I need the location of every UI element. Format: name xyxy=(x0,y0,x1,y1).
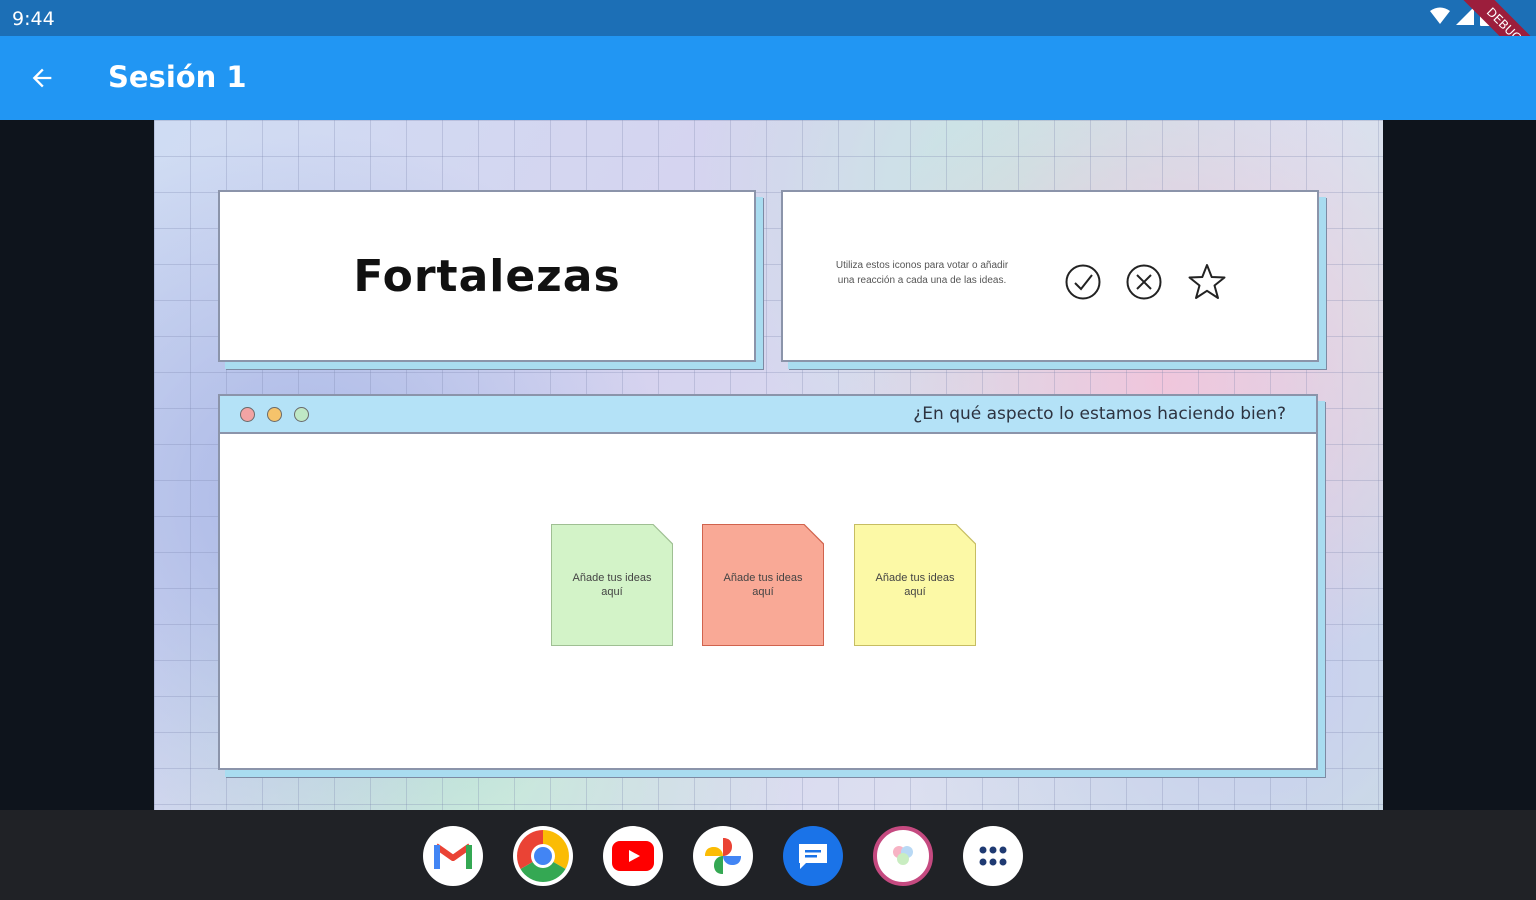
window-dot-green xyxy=(294,407,309,422)
status-time: 9:44 xyxy=(12,8,55,30)
sticky-note-text: Añade tus ideas aquí xyxy=(703,525,823,645)
session-board[interactable]: Fortalezas Utiliza estos iconos para vot… xyxy=(154,120,1383,810)
taskbar xyxy=(0,810,1536,900)
arrow-back-icon xyxy=(32,68,52,88)
app-icon[interactable] xyxy=(873,826,933,886)
messages-icon[interactable] xyxy=(783,826,843,886)
star-icon[interactable] xyxy=(1187,262,1227,302)
app-drawer-icon[interactable] xyxy=(963,826,1023,886)
photos-icon[interactable] xyxy=(693,826,753,886)
chrome-icon[interactable] xyxy=(513,826,573,886)
x-circle-icon[interactable] xyxy=(1124,262,1164,302)
sticky-note-red[interactable]: Añade tus ideas aquí xyxy=(702,524,824,646)
sticky-note-text: Añade tus ideas aquí xyxy=(855,525,975,645)
board-title: Fortalezas xyxy=(353,250,621,302)
question-window: ¿En qué aspecto lo estamos haciendo bien… xyxy=(218,394,1318,770)
window-question: ¿En qué aspecto lo estamos haciendo bien… xyxy=(913,404,1286,424)
check-circle-icon[interactable] xyxy=(1063,262,1103,302)
window-dot-yellow xyxy=(267,407,282,422)
wifi-icon xyxy=(1430,7,1450,24)
app-bar: Sesión 1 xyxy=(0,36,1536,120)
gmail-icon[interactable] xyxy=(423,826,483,886)
window-title-bar: ¿En qué aspecto lo estamos haciendo bien… xyxy=(220,396,1316,434)
status-bar: 9:44 DEBUG xyxy=(0,0,1536,83)
window-dot-red xyxy=(240,407,255,422)
sticky-note-yellow[interactable]: Añade tus ideas aquí xyxy=(854,524,976,646)
signal-icon xyxy=(1456,7,1474,25)
back-button[interactable] xyxy=(22,58,62,98)
sticky-note-text: Añade tus ideas aquí xyxy=(552,525,672,645)
page-title: Sesión 1 xyxy=(108,60,247,94)
legend-card: Utiliza estos iconos para votar o añadir… xyxy=(781,190,1319,362)
youtube-icon[interactable] xyxy=(603,826,663,886)
legend-text: Utiliza estos iconos para votar o añadir… xyxy=(835,260,1009,286)
title-card: Fortalezas xyxy=(218,190,756,362)
sticky-note-green[interactable]: Añade tus ideas aquí xyxy=(551,524,673,646)
